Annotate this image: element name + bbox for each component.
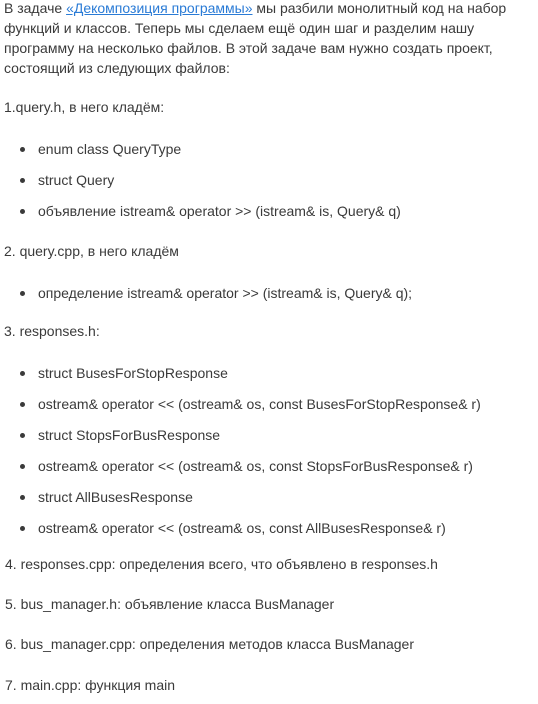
list-item: struct Query [20, 170, 401, 201]
bullet-icon [20, 147, 25, 152]
item-2-list: определение istream& operator >> (istrea… [20, 283, 412, 314]
intro-paragraph: В задаче «Декомпозиция программы» мы раз… [4, 0, 532, 78]
bullet-icon [20, 402, 25, 407]
bullet-icon [20, 464, 25, 469]
list-item-text: struct StopsForBusResponse [38, 427, 221, 443]
list-item: ostream& operator << (ostream& os, const… [20, 394, 481, 425]
bullet-icon [20, 433, 25, 438]
bullet-icon [20, 495, 25, 500]
list-item-text: ostream& operator << (ostream& os, const… [38, 520, 446, 536]
list-item: объявление istream& operator >> (istream… [20, 201, 401, 232]
bullet-icon [20, 178, 25, 183]
item-7-title: 7. main.cpp: функция main [5, 677, 176, 693]
list-item: struct BusesForStopResponse [20, 363, 481, 394]
list-item-text: struct BusesForStopResponse [38, 365, 228, 381]
list-item: ostream& operator << (ostream& os, const… [20, 518, 481, 549]
list-item: struct AllBusesResponse [20, 487, 481, 518]
item-4-title: 4. responses.cpp: определения всего, что… [5, 556, 438, 572]
list-item-text: struct AllBusesResponse [38, 489, 193, 505]
list-item: ostream& operator << (ostream& os, const… [20, 456, 481, 487]
list-item: struct StopsForBusResponse [20, 425, 481, 456]
item-3-title: 3. responses.h: [4, 323, 100, 339]
list-item-text: struct Query [38, 172, 115, 188]
list-item-text: объявление istream& operator >> (istream… [38, 203, 401, 219]
list-item-text: определение istream& operator >> (istrea… [38, 285, 413, 301]
list-item: определение istream& operator >> (istrea… [20, 283, 412, 314]
list-item-text: ostream& operator << (ostream& os, const… [38, 396, 481, 412]
bullet-icon [20, 526, 25, 531]
item-1-list: enum class QueryType struct Query объявл… [20, 139, 401, 232]
item-2-title: 2. query.cpp, в него кладём [4, 243, 179, 259]
list-item-text: ostream& operator << (ostream& os, const… [38, 458, 473, 474]
item-1-title: 1.query.h, в него кладём: [4, 99, 165, 115]
item-3-list: struct BusesForStopResponse ostream& ope… [20, 363, 481, 549]
item-5-title: 5. bus_manager.h: объявление класса BusM… [5, 596, 335, 612]
bullet-icon [20, 371, 25, 376]
bullet-icon [20, 209, 25, 214]
intro-prefix: В задаче [4, 0, 67, 16]
list-item: enum class QueryType [20, 139, 401, 170]
item-6-title: 6. bus_manager.cpp: определения методов … [5, 636, 415, 652]
decomposition-task-link[interactable]: «Декомпозиция программы» [66, 0, 252, 16]
bullet-icon [20, 291, 25, 296]
list-item-text: enum class QueryType [38, 141, 182, 157]
